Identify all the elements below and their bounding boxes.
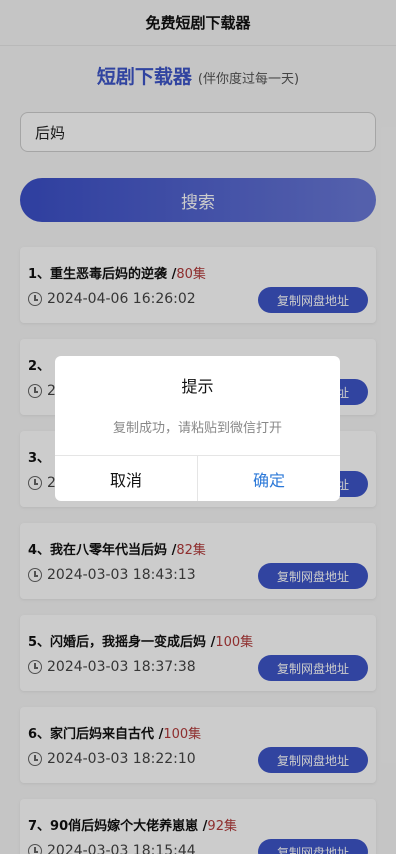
alert-dialog: 提示 复制成功，请粘贴到微信打开 取消 确定	[55, 356, 340, 501]
dialog-actions: 取消 确定	[55, 455, 340, 501]
confirm-button[interactable]: 确定	[198, 456, 340, 501]
cancel-button[interactable]: 取消	[55, 456, 198, 501]
dialog-title: 提示	[181, 377, 214, 396]
dialog-message: 复制成功，请粘贴到微信打开	[112, 421, 282, 436]
